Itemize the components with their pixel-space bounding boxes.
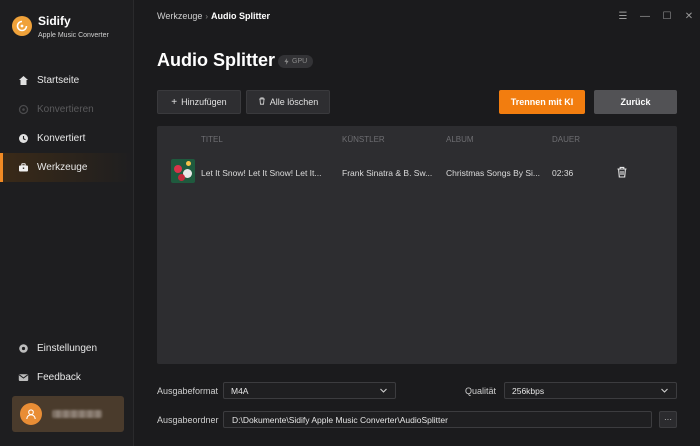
brand: Sidify Apple Music Converter: [12, 14, 109, 39]
gear-icon: [18, 343, 29, 354]
gpu-badge: GPU: [278, 55, 314, 68]
track-album: Christmas Songs By Si...: [446, 168, 541, 178]
sidebar-item-feedback[interactable]: Feedback: [0, 363, 133, 392]
avatar: [20, 403, 42, 425]
sidebar-item-label: Startseite: [37, 75, 80, 86]
breadcrumb-separator: ›: [205, 11, 209, 21]
add-button[interactable]: + Hinzufügen: [157, 90, 241, 114]
output-folder-label: Ausgabeordner: [157, 415, 219, 425]
chevron-down-icon: [661, 388, 668, 393]
home-icon: [18, 75, 29, 86]
sidebar-item-konvertiert[interactable]: Konvertiert: [0, 124, 133, 153]
window-controls: ☰ — ☐ ✕: [612, 6, 700, 26]
sidebar-nav: Startseite Konvertieren Konvertiert Werk…: [0, 66, 133, 182]
table-row[interactable]: Let It Snow! Let It Snow! Let It... Fran…: [157, 156, 677, 188]
sidebar-item-werkzeuge[interactable]: Werkzeuge: [0, 153, 133, 182]
sidebar-bottom-nav: Einstellungen Feedback: [0, 334, 133, 392]
browse-folder-button[interactable]: ···: [659, 411, 677, 428]
breadcrumb: Werkzeuge › Audio Splitter: [157, 11, 270, 21]
sidebar-item-label: Konvertiert: [37, 133, 86, 144]
blurred-username: [52, 410, 102, 418]
mail-icon: [18, 372, 29, 383]
output-format-select[interactable]: M4A: [223, 382, 396, 399]
column-header-duration[interactable]: DAUER: [552, 135, 580, 144]
breadcrumb-parent[interactable]: Werkzeuge: [157, 11, 202, 21]
track-artist: Frank Sinatra & B. Sw...: [342, 168, 433, 178]
clear-all-button[interactable]: Alle löschen: [246, 90, 330, 114]
chevron-down-icon: [380, 388, 387, 393]
sidify-logo-icon: [12, 16, 32, 36]
quality-select[interactable]: 256kbps: [504, 382, 677, 399]
track-table: TITEL KÜNSTLER ALBUM DAUER Let It Snow! …: [157, 126, 677, 364]
table-header: TITEL KÜNSTLER ALBUM DAUER: [157, 126, 677, 152]
output-format-label: Ausgabeformat: [157, 386, 219, 396]
menu-icon[interactable]: ☰: [612, 6, 634, 26]
app-name: Sidify: [38, 14, 71, 28]
maximize-icon[interactable]: ☐: [656, 6, 678, 26]
sidebar-item-einstellungen[interactable]: Einstellungen: [0, 334, 133, 363]
track-title: Let It Snow! Let It Snow! Let It...: [201, 168, 322, 178]
track-duration: 02:36: [552, 168, 574, 178]
sidebar-item-startseite[interactable]: Startseite: [0, 66, 133, 95]
toolbox-icon: [18, 162, 29, 173]
close-icon[interactable]: ✕: [678, 6, 700, 26]
trash-icon: [258, 97, 266, 108]
output-folder-field[interactable]: D:\Dokumente\Sidify Apple Music Converte…: [223, 411, 652, 428]
column-header-artist[interactable]: KÜNSTLER: [342, 135, 385, 144]
bolt-icon: [284, 58, 289, 65]
minimize-icon[interactable]: —: [634, 6, 656, 26]
sidebar: Sidify Apple Music Converter Startseite …: [0, 0, 134, 446]
sidebar-item-konvertieren: Konvertieren: [0, 95, 133, 124]
sidebar-item-label: Werkzeuge: [37, 162, 88, 173]
user-account-card[interactable]: [12, 396, 124, 432]
column-header-album[interactable]: ALBUM: [446, 135, 474, 144]
split-with-ai-button[interactable]: Trennen mit KI: [499, 90, 585, 114]
back-button[interactable]: Zurück: [594, 90, 677, 114]
sidebar-item-label: Konvertieren: [37, 104, 94, 115]
gpu-badge-label: GPU: [292, 58, 308, 65]
output-format-value: M4A: [231, 385, 249, 396]
plus-icon: +: [171, 96, 178, 108]
app-subtitle: Apple Music Converter: [38, 32, 109, 39]
main-area: Werkzeuge › Audio Splitter ☰ — ☐ ✕ Audio…: [134, 0, 700, 446]
sidebar-item-label: Feedback: [37, 372, 81, 383]
quality-value: 256kbps: [512, 385, 545, 396]
album-cover: [171, 159, 195, 183]
clock-icon: [18, 133, 29, 144]
convert-icon: [18, 104, 29, 115]
delete-row-icon[interactable]: [616, 166, 628, 178]
add-button-label: Hinzufügen: [181, 97, 227, 107]
quality-label: Qualität: [465, 386, 497, 396]
breadcrumb-current: Audio Splitter: [211, 11, 271, 21]
column-header-title[interactable]: TITEL: [201, 135, 223, 144]
clear-all-button-label: Alle löschen: [269, 97, 319, 107]
sidebar-item-label: Einstellungen: [37, 343, 98, 354]
page-title: Audio Splitter: [157, 50, 275, 70]
